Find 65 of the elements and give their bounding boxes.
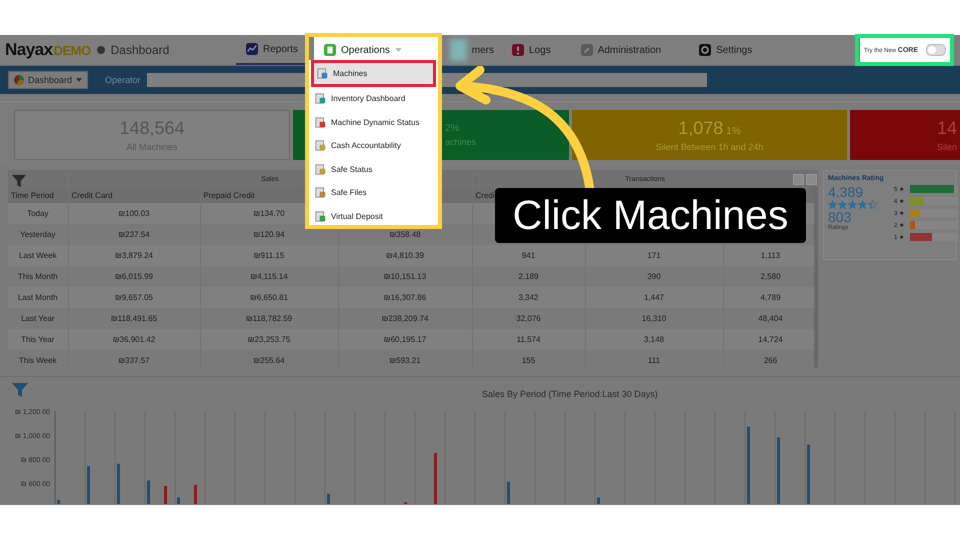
table-cell: ₪60,195.17 bbox=[384, 335, 426, 344]
table-cell: 48,404 bbox=[758, 314, 783, 323]
table-cell: 32,076 bbox=[516, 314, 541, 323]
table-cell: Today bbox=[27, 209, 48, 218]
table-cell: ₪4,810.39 bbox=[386, 251, 424, 260]
table-cell: ₪4,115.14 bbox=[250, 272, 288, 281]
table-cell: ₪593.21 bbox=[389, 356, 421, 365]
rating-score: 4.389 bbox=[828, 184, 864, 200]
table-cell: 3,342 bbox=[518, 293, 539, 302]
table-cell: 171 bbox=[647, 251, 661, 260]
table-cell: ₪118,782.59 bbox=[246, 314, 292, 323]
operator-label: Operator bbox=[105, 75, 141, 85]
table-cell: ₪337.57 bbox=[118, 356, 150, 365]
table-cell: ₪9,657.05 bbox=[115, 293, 153, 302]
table-cell: ₪36,901.42 bbox=[112, 335, 156, 344]
nayax-logo: NayaxDEMO bbox=[5, 40, 91, 60]
table-cell: ₪120.94 bbox=[253, 230, 285, 239]
kpi-label: Silent Between 1h and 24h bbox=[656, 142, 764, 152]
table-cell: ₪238,209.74 bbox=[382, 314, 428, 323]
table-cell: This Year bbox=[21, 335, 54, 344]
table-cell: Yesterday bbox=[20, 230, 56, 239]
table-cell: ₪911.15 bbox=[254, 251, 284, 260]
table-cell: ₪100.03 bbox=[118, 209, 150, 218]
table-cell: ₪118,491.65 bbox=[110, 314, 158, 323]
table-cell: 4,789 bbox=[760, 293, 781, 302]
column-header: Prepaid Credit bbox=[204, 191, 255, 200]
rating-count: 803 bbox=[828, 209, 852, 225]
column-header: Time Period bbox=[11, 191, 54, 200]
column-header: Credi bbox=[476, 191, 495, 200]
table-cell: ₪255.64 bbox=[253, 356, 285, 365]
table-cell: 3,148 bbox=[644, 335, 664, 344]
table-cell: 14,724 bbox=[758, 335, 783, 344]
table-cell: ₪358.48 bbox=[389, 230, 421, 239]
kpi-percent: 1% bbox=[726, 126, 741, 137]
table-cell: 155 bbox=[522, 356, 536, 365]
table-cell: Last Month bbox=[18, 293, 58, 302]
table-cell: 1,447 bbox=[644, 293, 664, 302]
table-cell: 266 bbox=[764, 356, 778, 365]
table-cell: This Week bbox=[18, 356, 57, 365]
table-cell: 390 bbox=[647, 272, 661, 281]
table-cell: Last Week bbox=[18, 251, 57, 260]
table-cell: This Month bbox=[18, 272, 58, 281]
table-cell: 111 bbox=[648, 356, 660, 365]
column-header: Credit Card bbox=[72, 191, 112, 200]
callout-label: Click Machines bbox=[495, 188, 806, 243]
table-cell: 2,189 bbox=[518, 272, 539, 281]
table-cell: ₪10,151.13 bbox=[384, 272, 426, 281]
table-cell: ₪16,307.86 bbox=[384, 293, 426, 302]
table-cell: ₪237.54 bbox=[118, 230, 150, 239]
kpi-value: 14 bbox=[936, 118, 957, 139]
table-cell: 11,574 bbox=[516, 335, 540, 344]
table-cell: 2,580 bbox=[760, 272, 781, 281]
table-cell: ₪134.70 bbox=[253, 209, 285, 218]
page-title: Dashboard bbox=[110, 43, 170, 57]
kpi-value: 1,078 bbox=[678, 118, 724, 139]
table-cell: 941 bbox=[522, 251, 536, 260]
table-cell: ₪6,015.99 bbox=[115, 272, 153, 281]
kpi-label: Silen bbox=[936, 142, 957, 152]
chart-title: Sales By Period (Time Period:Last 30 Days) bbox=[482, 389, 658, 399]
table-cell: ₪3,879.24 bbox=[115, 251, 153, 260]
table-cell: 1,113 bbox=[760, 251, 780, 260]
table-cell: ₪6,650.81 bbox=[250, 293, 288, 302]
table-cell: Last Year bbox=[21, 314, 54, 323]
table-cell: ₪23,253.75 bbox=[248, 335, 290, 344]
table-cell: 16,310 bbox=[642, 314, 666, 323]
